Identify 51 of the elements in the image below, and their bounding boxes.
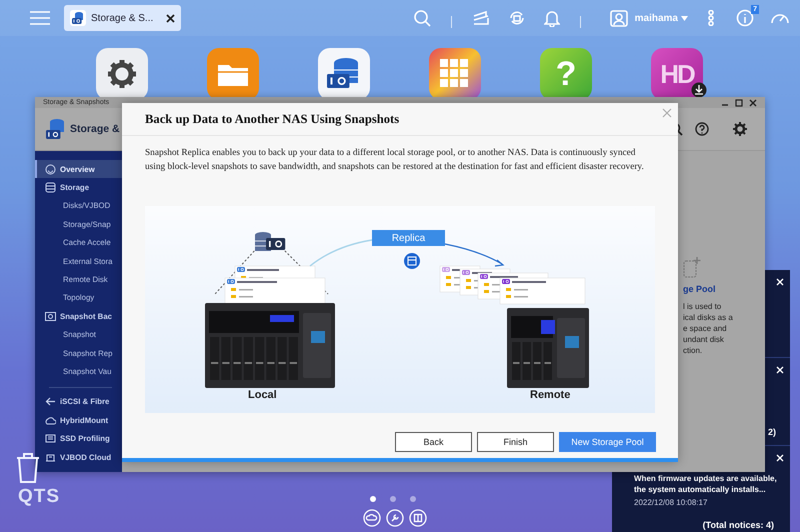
panel-description: l is used to ical disks as a e space and undant disk ction.	[683, 301, 734, 356]
notification-message: When firmware updates are available, the system automatically installs...	[634, 473, 778, 495]
app-title: Storage &	[70, 123, 120, 135]
database-icon	[45, 182, 56, 194]
secondary-button[interactable]: Finish	[477, 432, 554, 452]
server-icon	[45, 452, 56, 463]
app-tab[interactable]: Storage & S...	[64, 5, 182, 31]
info-icon[interactable]	[736, 9, 754, 27]
hd-logo: HD	[660, 61, 694, 87]
gear-app-icon[interactable]	[96, 48, 148, 100]
secondary-button[interactable]: Back	[395, 432, 472, 452]
remote-label: Remote	[530, 389, 570, 401]
local-label: Local	[248, 389, 277, 401]
database-app-icon[interactable]	[318, 48, 370, 100]
total-notices: (Total notices: 4)	[702, 520, 774, 530]
gear-icon	[106, 58, 138, 90]
grid-icon	[440, 59, 470, 89]
primary-button[interactable]: New Storage Pool	[559, 432, 656, 452]
trash-icon[interactable]	[16, 453, 40, 483]
folder-app-icon[interactable]	[207, 48, 259, 100]
storage-app-icon	[70, 10, 86, 26]
columns-icon[interactable]	[409, 509, 427, 527]
panel-heading: ge Pool	[683, 284, 717, 295]
page-dot[interactable]	[370, 496, 376, 502]
cloud-icon[interactable]	[363, 509, 381, 527]
replica-label: Replica	[372, 230, 445, 246]
download-icon	[691, 82, 707, 98]
grid-app-icon[interactable]	[429, 48, 481, 100]
database-icon	[254, 232, 286, 251]
close-icon[interactable]	[166, 14, 176, 22]
cloud-icon	[45, 414, 56, 426]
maximize-icon[interactable]	[735, 98, 743, 106]
settings-icon[interactable]	[732, 121, 748, 137]
tab-label: Storage & S...	[91, 12, 154, 24]
wrench-icon[interactable]	[386, 509, 404, 527]
close-icon[interactable]	[749, 98, 757, 106]
add-pool-icon	[683, 256, 701, 278]
page-dot[interactable]	[410, 496, 416, 502]
question-mark: ?	[556, 57, 576, 91]
notification-time: 2022/12/08 10:08:17	[634, 498, 708, 507]
dialog-title: Back up Data to Another NAS Using Snapshots	[145, 112, 400, 126]
help-icon[interactable]	[695, 122, 709, 136]
caret-icon	[681, 16, 688, 20]
dialog-description: Snapshot Replica enables you to back up your data to a different local storage pool, or to another NAS. Data is continuously synced using block-level snapshots to save bandwidth, and snapshots can be restored at the destination for fast and efficient disaster recovery.	[144, 147, 645, 174]
notice-count: 2)	[768, 427, 776, 437]
storage-app-icon	[45, 118, 65, 140]
camera-icon	[45, 310, 56, 322]
calendar-icon	[404, 253, 420, 269]
arrow-icon	[45, 396, 56, 408]
page-dot[interactable]	[390, 496, 396, 502]
brand-logo: QTS	[18, 486, 60, 508]
